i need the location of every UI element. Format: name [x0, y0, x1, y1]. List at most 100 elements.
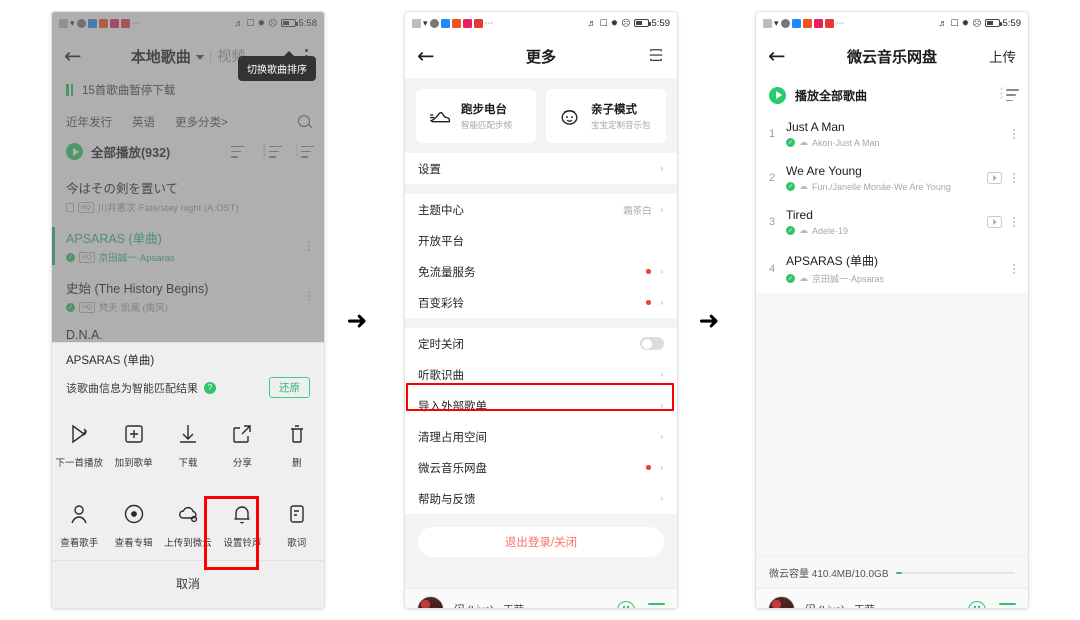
- pause-icon[interactable]: [617, 600, 635, 608]
- mini-player-controls: [968, 600, 1016, 608]
- album-disc-icon: [121, 501, 147, 527]
- menu-item-import-playlist[interactable]: 导入外部歌单 ›: [405, 390, 677, 421]
- action-download[interactable]: 下载: [161, 412, 215, 478]
- song-subtitle-row: ✓ ☁ Fun./Janelle Monáe·We Are Young: [786, 181, 987, 192]
- sort-order-icon[interactable]: [263, 144, 282, 158]
- action-upload-to-weiyun[interactable]: 上传到微云: [161, 492, 215, 558]
- menu-item-weiyun-music-disk[interactable]: 微云音乐网盘 ›: [405, 452, 677, 483]
- settings-group-3: 定时关闭 听歌识曲 › 导入外部歌单 › 清理占用空间 › 微云音乐网盘 › 帮…: [405, 328, 677, 514]
- download-status-row: 15首歌曲暂停下载: [52, 78, 324, 110]
- scan-icon[interactable]: [647, 46, 665, 67]
- action-lyric-poster[interactable]: 歌词: [270, 492, 324, 558]
- pause-icon[interactable]: [968, 600, 986, 608]
- menu-label: 微云音乐网盘: [418, 462, 487, 475]
- doc-icon: [763, 18, 772, 28]
- sleep-timer-toggle[interactable]: [640, 337, 664, 350]
- search-icon[interactable]: [298, 114, 310, 130]
- action-delete[interactable]: 删: [270, 412, 324, 478]
- cloud-icon: ☁: [799, 225, 808, 235]
- chevron-right-icon: ›: [659, 399, 664, 412]
- list-item[interactable]: 2 We Are Young ✓ ☁ Fun./Janelle Monáe·We…: [756, 156, 1028, 200]
- filter-chip-2[interactable]: 更多分类>: [175, 114, 228, 130]
- chevron-right-icon: ›: [659, 162, 664, 175]
- list-item[interactable]: 4 APSARAS (单曲) ✓ ☁ 京田誠一·Apsaras: [756, 244, 1028, 293]
- menu-item-ringback[interactable]: 百变彩铃 ›: [405, 287, 677, 318]
- app-orange-icon: [451, 18, 461, 28]
- status-bar: ▾ ⋯ ♬ ☐ ✹ ☹ 5:58: [52, 12, 324, 34]
- playlist-icon[interactable]: [648, 603, 665, 608]
- action-sheet-row-1: 下一首播放 加到歌单 下载 分享 删: [52, 400, 324, 480]
- list-item[interactable]: 1 Just A Man ✓ ☁ Akon·Just A Man: [756, 112, 1028, 156]
- play-all-row[interactable]: 全部播放(932): [52, 140, 324, 171]
- restore-button[interactable]: 还原: [269, 377, 310, 398]
- menu-item-help-feedback[interactable]: 帮助与反馈 ›: [405, 483, 677, 514]
- play-all-row[interactable]: 播放全部歌曲: [756, 78, 1028, 112]
- play-icon[interactable]: [66, 143, 83, 160]
- help-icon[interactable]: ?: [204, 381, 216, 394]
- card-kids-mode[interactable]: 亲子模式 宝宝定制音乐包: [546, 89, 666, 143]
- card-running-radio[interactable]: 跑步电台 智能匹配步频: [416, 89, 536, 143]
- vibrate-icon: ♬: [234, 18, 244, 28]
- playlist-icon[interactable]: [999, 603, 1016, 608]
- menu-item-open-platform[interactable]: 开放平台: [405, 225, 677, 256]
- song-row-playing[interactable]: APSARAS (单曲) ✓ HQ 京田誠一·Apsaras: [52, 221, 324, 271]
- logout-button[interactable]: 退出登录/关闭: [418, 527, 664, 557]
- menu-item-theme-center[interactable]: 主题中心 霜茶白 ›: [405, 194, 677, 225]
- battery-icon: [280, 19, 298, 27]
- back-button[interactable]: ←: [768, 45, 792, 67]
- app-bar-center: 微云音乐网盘: [756, 34, 1028, 78]
- mini-player-title: 闷 (Live) - 王菲: [805, 602, 875, 608]
- menu-item-sleep-timer[interactable]: 定时关闭: [405, 328, 677, 359]
- trash-icon: [284, 421, 310, 447]
- action-view-artist[interactable]: 查看歌手: [52, 492, 106, 558]
- phone-screen-2: ▾ ⋯ ♬ ☐ ✹ ☹ 5:59 ← 更多 跑步电台 智能匹配步频 亲子模式 宝…: [405, 12, 677, 608]
- song-overflow-icon[interactable]: [308, 291, 310, 301]
- menu-item-clear-space[interactable]: 清理占用空间 ›: [405, 421, 677, 452]
- capacity-progress: [895, 571, 1015, 574]
- card-subtitle: 智能匹配步频: [461, 120, 513, 130]
- back-button[interactable]: ←: [417, 45, 441, 67]
- action-add-to-playlist[interactable]: 加到歌单: [106, 412, 160, 478]
- song-subtitle-row: HQ 川井憲次·Fate/stay night (A.OST): [66, 200, 310, 214]
- mv-icon[interactable]: [987, 172, 1002, 184]
- song-row[interactable]: 史始 (The History Begins) ✓ HQ 梵天·凯風 (南风): [52, 271, 324, 321]
- song-row[interactable]: 今はその剣を置いて HQ 川井憲次·Fate/stay night (A.OST…: [52, 171, 324, 221]
- action-set-ringtone[interactable]: 设置铃声: [215, 492, 269, 558]
- mini-player[interactable]: 闷 (Live) - 王菲: [405, 588, 677, 608]
- filter-chip-0[interactable]: 近年发行: [66, 114, 112, 130]
- action-share[interactable]: 分享: [215, 412, 269, 478]
- play-icon[interactable]: [769, 86, 786, 104]
- song-overflow-icon[interactable]: [308, 241, 310, 251]
- manage-list-icon[interactable]: [231, 145, 246, 158]
- upload-button[interactable]: 上传: [989, 46, 1016, 66]
- filter-chip-1[interactable]: 英语: [132, 114, 155, 130]
- action-sheet-note-row: 该歌曲信息为智能匹配结果 ? 还原: [66, 377, 310, 398]
- mini-player[interactable]: 闷 (Live) - 王菲: [756, 588, 1028, 608]
- back-button[interactable]: ←: [64, 45, 88, 67]
- phone3-app-bar: ← 微云音乐网盘 上传: [756, 34, 1028, 78]
- song-overflow-icon[interactable]: [1013, 129, 1015, 139]
- song-row[interactable]: D.N.A.: [52, 321, 324, 342]
- match-note-label: 该歌曲信息为智能匹配结果: [66, 382, 198, 395]
- chevron-right-icon: ›: [659, 492, 664, 505]
- chevron-down-icon[interactable]: [195, 55, 204, 60]
- track-index: 4: [769, 262, 776, 275]
- song-overflow-icon[interactable]: [1013, 173, 1015, 183]
- menu-item-free-data[interactable]: 免流量服务 ›: [405, 256, 677, 287]
- mute-icon: ☹: [972, 17, 982, 28]
- list-item[interactable]: 3 Tired ✓ ☁ Adele·19: [756, 200, 1028, 244]
- song-overflow-icon[interactable]: [1013, 263, 1015, 274]
- multi-select-icon[interactable]: [295, 144, 314, 158]
- more-dots-icon: ⋯: [484, 17, 495, 28]
- menu-item-song-recognition[interactable]: 听歌识曲 ›: [405, 359, 677, 390]
- action-view-album[interactable]: 查看专辑: [106, 492, 160, 558]
- menu-item-settings[interactable]: 设置 ›: [405, 153, 677, 184]
- cancel-button[interactable]: 取消: [52, 560, 324, 606]
- action-play-next[interactable]: 下一首播放: [52, 412, 106, 478]
- mv-icon[interactable]: [987, 216, 1002, 228]
- downloaded-icon: ✓: [786, 226, 795, 235]
- song-overflow-icon[interactable]: [1013, 217, 1015, 227]
- menu-value: 霜茶白: [623, 205, 652, 217]
- multi-select-icon[interactable]: [1000, 87, 1019, 101]
- chevron-right-icon: ›: [659, 461, 664, 474]
